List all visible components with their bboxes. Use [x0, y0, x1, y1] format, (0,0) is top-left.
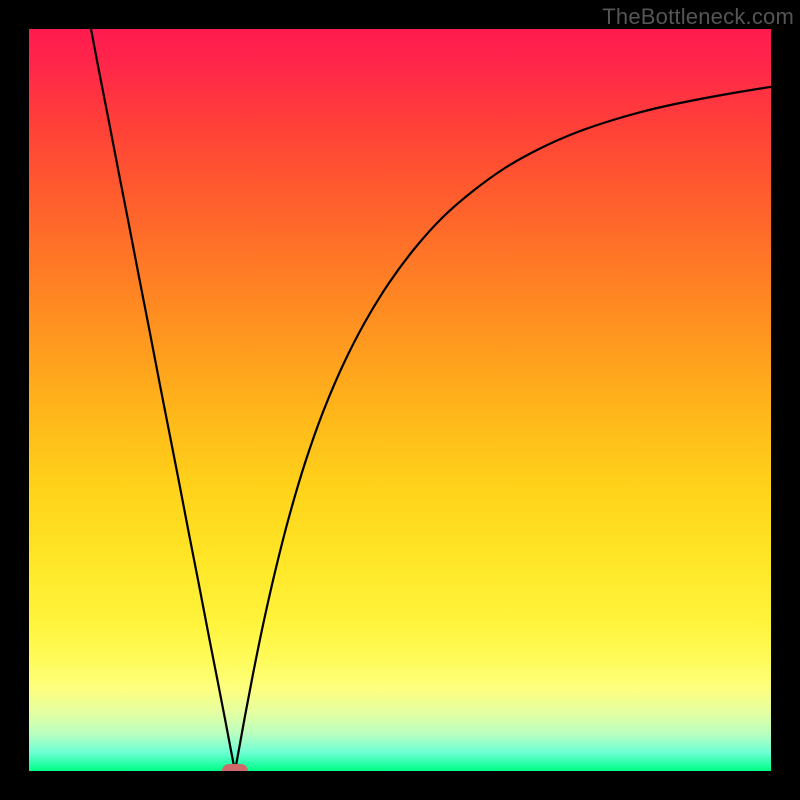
- watermark-text: TheBottleneck.com: [602, 4, 794, 30]
- plot-area: [29, 29, 771, 771]
- curve-svg: [29, 29, 771, 771]
- chart-frame: TheBottleneck.com: [0, 0, 800, 800]
- optimum-marker: [222, 764, 248, 771]
- bottleneck-curve: [91, 29, 770, 771]
